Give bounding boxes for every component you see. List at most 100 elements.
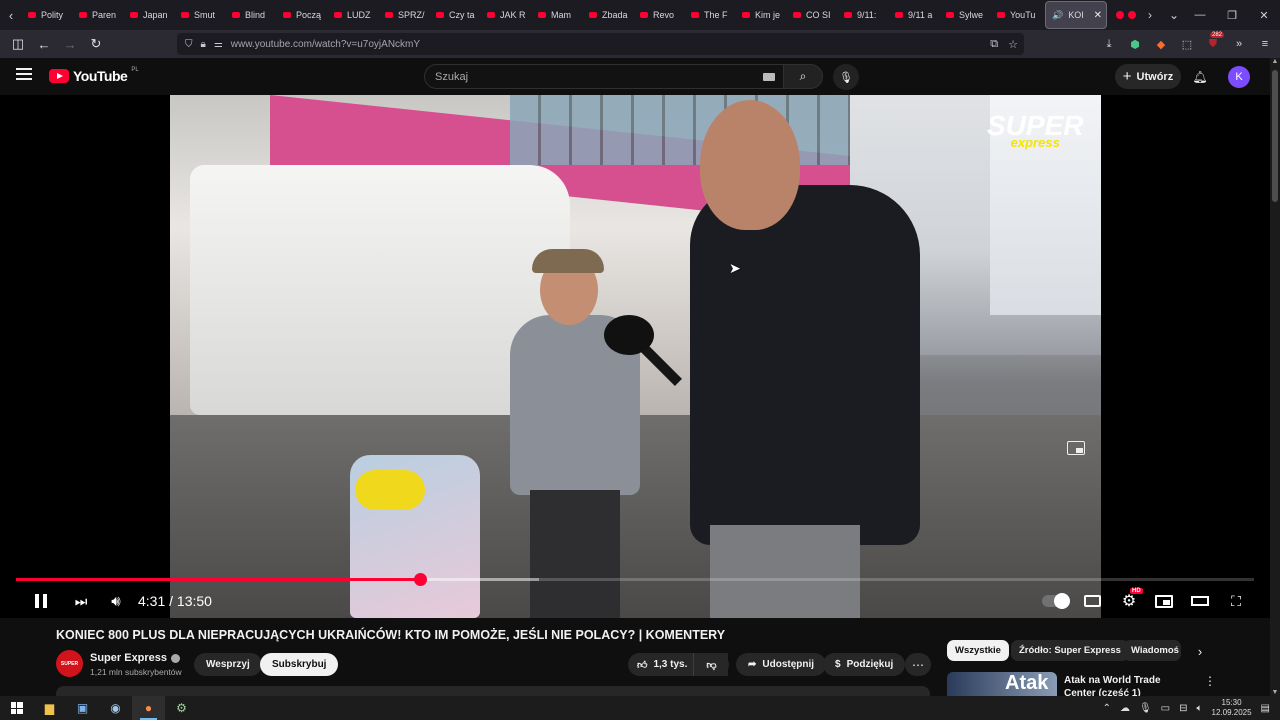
keyboard-icon[interactable] [763, 73, 775, 81]
miniplayer-icon[interactable] [1154, 590, 1174, 612]
speaker-icon[interactable]: 🔊 [1052, 10, 1063, 21]
tab-14[interactable]: Kim je [736, 1, 787, 29]
volume-icon[interactable]: 🔊︎ [106, 590, 126, 612]
tab-12[interactable]: Revo [634, 1, 685, 29]
tab-18[interactable]: Sylwe [940, 1, 991, 29]
steam-icon[interactable]: ◉ [99, 696, 132, 720]
tab-7[interactable]: SPRZ/ [379, 1, 430, 29]
support-button[interactable]: Wesprzyj [194, 653, 262, 676]
downloads-icon[interactable]: ⤓ [1100, 35, 1118, 53]
tab-active[interactable]: 🔊 KOI ✕ [1045, 1, 1107, 29]
close-window-icon[interactable]: ✕ [1248, 0, 1280, 30]
extension-fox-icon[interactable]: ◆ [1152, 35, 1170, 53]
extensions-puzzle-icon[interactable]: ⬚ [1178, 35, 1196, 53]
expand-icon[interactable] [1067, 441, 1085, 455]
video-player[interactable] [0, 95, 1270, 618]
microphone-tray-icon[interactable]: 🎙︎ [1139, 703, 1152, 714]
tab-19[interactable]: YouTu [991, 1, 1042, 29]
settings-gear-icon[interactable]: ⚙ HD [1118, 588, 1143, 612]
permissions-icon[interactable]: ⚌ [214, 39, 223, 50]
channel-name[interactable]: Super Express [90, 652, 181, 664]
more-actions-icon[interactable]: ⋯ [905, 653, 931, 676]
forward-icon[interactable]: → [58, 32, 82, 56]
tab-6[interactable]: LUDZ [328, 1, 379, 29]
reload-icon[interactable]: ↻ [84, 32, 108, 56]
ublock-icon[interactable]: ⛊ 282 [1204, 32, 1225, 53]
chip-all[interactable]: Wszystkie [947, 640, 1009, 661]
firefox-icon[interactable]: ● [132, 696, 165, 720]
account-avatar[interactable]: K [1228, 66, 1250, 88]
app-icon[interactable]: ⚙ [165, 696, 198, 720]
voice-search-button[interactable]: 🎙︎ [833, 64, 859, 90]
tab-15[interactable]: CO SI [787, 1, 838, 29]
scroll-down-icon[interactable]: ▼ [1271, 689, 1279, 696]
share-button[interactable]: ➦ Udostępnij [736, 653, 827, 676]
guide-menu-icon[interactable] [16, 68, 32, 80]
chips-next-chevron-icon[interactable]: › [1191, 642, 1209, 660]
channel-avatar[interactable]: SUPER [56, 650, 83, 677]
subscribe-button[interactable]: Subskrybuj [260, 653, 339, 676]
tab-0[interactable]: Polity [22, 1, 73, 29]
overflow-chevrons-icon[interactable]: » [1230, 35, 1248, 53]
lock-icon[interactable]: 🔒︎ [201, 39, 206, 50]
tab-16[interactable]: 9/11: [838, 1, 889, 29]
subtitles-icon[interactable] [1082, 590, 1102, 612]
tab-list-dropdown-icon[interactable]: ⌄ [1162, 0, 1186, 30]
tab-4[interactable]: Blind [226, 1, 277, 29]
next-video-icon[interactable]: ⏭︎ [72, 590, 90, 612]
theater-mode-icon[interactable] [1190, 590, 1210, 612]
scroll-up-icon[interactable]: ▲ [1271, 58, 1279, 65]
tab-13[interactable]: The F [685, 1, 736, 29]
remote-desktop-icon[interactable]: ▣ [66, 696, 99, 720]
video-frame[interactable] [170, 95, 1101, 618]
tab-9[interactable]: JAK R [481, 1, 532, 29]
picture-in-picture-url-icon[interactable]: ⧉ [990, 38, 998, 51]
speaker-tray-icon[interactable]: 🔈︎ [1197, 703, 1203, 714]
tab-3[interactable]: Smut [175, 1, 226, 29]
notifications-bell-icon[interactable]: 🔔︎ [1191, 68, 1209, 86]
start-windows-icon[interactable] [0, 696, 33, 720]
tab-8[interactable]: Czy ta [430, 1, 481, 29]
thanks-button[interactable]: $ Podziękuj [823, 653, 906, 676]
tab-2[interactable]: Japan [124, 1, 175, 29]
scrollbar-thumb[interactable] [1272, 70, 1278, 202]
description-box[interactable] [56, 686, 930, 696]
tab-10[interactable]: Mam [532, 1, 583, 29]
tab-close-icon[interactable]: ✕ [1094, 10, 1102, 21]
dislike-button[interactable]: 👎︎ [693, 653, 729, 676]
tab-1[interactable]: Paren [73, 1, 124, 29]
fullscreen-icon[interactable]: ⛶ [1226, 590, 1246, 612]
bookmark-star-icon[interactable]: ☆ [1008, 38, 1018, 51]
autoplay-toggle[interactable] [1040, 590, 1070, 612]
create-button[interactable]: + Utwórz [1115, 64, 1181, 89]
back-icon[interactable]: ← [32, 32, 56, 56]
tab-scroll-left-icon[interactable]: ‹ [0, 0, 22, 30]
onedrive-cloud-icon[interactable]: ☁ [1120, 703, 1130, 714]
search-input[interactable]: Szukaj [424, 64, 784, 89]
url-text[interactable]: www.youtube.com/watch?v=u7oyjANckmY [231, 39, 420, 50]
youtube-logo[interactable]: YouTube PL [49, 67, 139, 84]
vpn-shield-icon[interactable]: ⬢ [1126, 35, 1144, 53]
pause-button[interactable] [32, 590, 50, 612]
tray-chevron-icon[interactable]: ⌃ [1103, 703, 1111, 714]
tab-11[interactable]: Zbada [583, 1, 634, 29]
page-scrollbar[interactable]: ▲ ▼ [1270, 58, 1280, 696]
tab-17[interactable]: 9/11 a [889, 1, 940, 29]
chip-source[interactable]: Źródło: Super Express [1011, 640, 1129, 661]
notifications-icon[interactable]: ▤ [1261, 703, 1270, 714]
channel-name-text[interactable]: Super Express [90, 652, 167, 664]
progress-bar[interactable] [16, 573, 1254, 586]
chip-news[interactable]: Wiadomoś [1123, 640, 1181, 661]
display-icon[interactable]: ▭ [1161, 703, 1170, 714]
network-icon[interactable]: ⊟ [1179, 703, 1187, 714]
clock[interactable]: 15:30 12.09.2025 [1212, 698, 1252, 718]
tab-scroll-right-icon[interactable]: › [1138, 0, 1162, 30]
tab-5[interactable]: Począ [277, 1, 328, 29]
sidebar-toggle-icon[interactable]: ◫ [6, 32, 30, 56]
search-button[interactable]: ⌕ [783, 64, 823, 89]
shield-icon[interactable]: ⛉ [185, 39, 193, 50]
app-menu-icon[interactable]: ≡ [1256, 35, 1274, 53]
recommendation-menu-icon[interactable]: ⋮ [1204, 674, 1216, 688]
tab-partial[interactable] [1110, 1, 1138, 29]
minimize-icon[interactable]: — [1184, 0, 1216, 30]
